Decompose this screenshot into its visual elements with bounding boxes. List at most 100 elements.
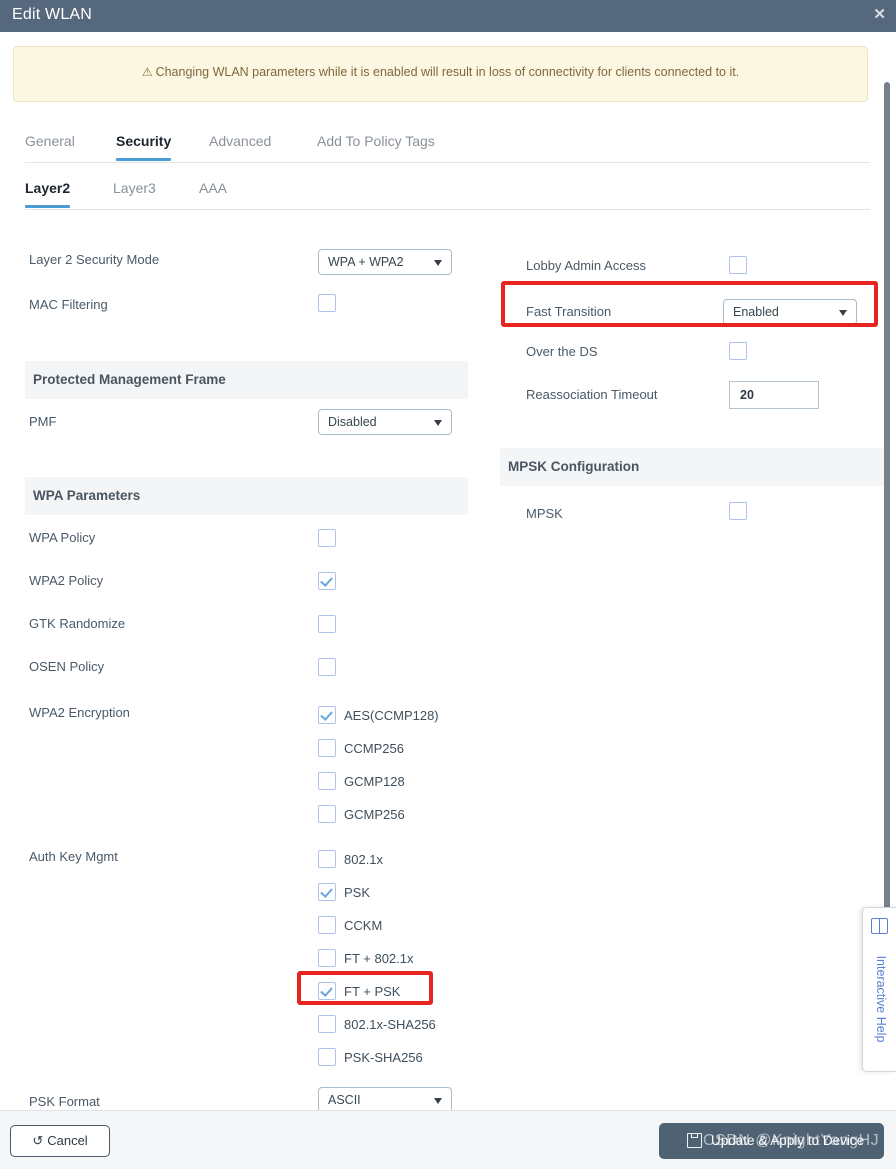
row-reassociation-timeout: Reassociation Timeout 20 [500, 381, 880, 411]
chevron-down-icon [434, 1098, 442, 1104]
label-ccmp256: CCMP256 [344, 741, 404, 756]
chevron-down-icon [434, 420, 442, 426]
row-gtk-randomize: GTK Randomize [25, 611, 465, 641]
dialog-title-bar: Edit WLAN ✕ [0, 0, 896, 32]
row-wpa2-policy: WPA2 Policy [25, 568, 465, 598]
row-auth-key-mgmt: Auth Key Mgmt 802.1x PSK CCKM FT + 802.1… [25, 841, 465, 1071]
checkbox-lobby-admin-access[interactable] [729, 256, 747, 274]
warning-text-row: ⚠ Changing WLAN parameters while it is en… [14, 65, 867, 79]
section-wpa-parameters: WPA Parameters [25, 477, 468, 515]
select-fast-transition[interactable]: Enabled [723, 299, 857, 325]
row-fast-transition: Fast Transition Enabled [500, 299, 880, 329]
checkbox-ccmp256[interactable] [318, 739, 336, 757]
select-pmf[interactable]: Disabled [318, 409, 452, 435]
checkbox-cckm[interactable] [318, 916, 336, 934]
undo-icon: ↺ [32, 1133, 44, 1148]
label-wpa-policy: WPA Policy [29, 530, 96, 545]
row-lobby-admin-access: Lobby Admin Access [500, 253, 880, 283]
label-mpsk: MPSK [526, 506, 563, 521]
checkbox-wpa2-policy[interactable] [318, 572, 336, 590]
label-mac-filtering: MAC Filtering [29, 297, 108, 312]
section-title-mpsk-configuration: MPSK Configuration [508, 459, 640, 474]
tab-general[interactable]: General [25, 126, 75, 160]
tab-security[interactable]: Security [116, 126, 172, 161]
section-protected-management-frame: Protected Management Frame [25, 361, 468, 399]
label-psk-format: PSK Format [29, 1094, 100, 1109]
update-and-apply-button[interactable]: Update & Apply to Device [659, 1123, 884, 1159]
tab-aaa[interactable]: AAA [199, 173, 227, 207]
row-osen-policy: OSEN Policy [25, 654, 465, 684]
input-reassociation-timeout[interactable]: 20 [729, 381, 819, 409]
interactive-help-tab[interactable]: Interactive Help [862, 907, 896, 1072]
checkbox-ft-psk[interactable] [318, 982, 336, 1000]
select-psk-format[interactable]: ASCII [318, 1087, 452, 1110]
warning-banner: ⚠ Changing WLAN parameters while it is en… [13, 46, 868, 102]
label-osen-policy: OSEN Policy [29, 659, 105, 674]
checkbox-gtk-randomize[interactable] [318, 615, 336, 633]
label-lobby-admin-access: Lobby Admin Access [526, 258, 646, 273]
row-mac-filtering: MAC Filtering [25, 292, 465, 322]
row-layer2-security-mode: Layer 2 Security Mode WPA + WPA2 [25, 247, 465, 277]
label-ft-psk: FT + PSK [344, 984, 401, 999]
input-reassociation-timeout-value: 20 [740, 388, 754, 402]
select-pmf-value: Disabled [328, 415, 377, 429]
row-psk-format: PSK Format ASCII [25, 1087, 465, 1110]
label-gtk-randomize: GTK Randomize [29, 616, 126, 631]
label-ft-8021x: FT + 802.1x [344, 951, 414, 966]
row-wpa2-encryption: WPA2 Encryption AES(CCMP128) CCMP256 GCM… [25, 697, 465, 827]
tab-add-to-policy-tags[interactable]: Add To Policy Tags [317, 126, 435, 160]
label-wpa2-encryption: WPA2 Encryption [29, 705, 130, 720]
label-wpa2-policy: WPA2 Policy [29, 573, 104, 588]
checkbox-gcmp128[interactable] [318, 772, 336, 790]
tab-layer2[interactable]: Layer2 [25, 173, 71, 208]
label-pmf: PMF [29, 414, 57, 429]
label-gcmp256: GCMP256 [344, 807, 405, 822]
dialog-body: ⚠ Changing WLAN parameters while it is en… [0, 32, 896, 1110]
chevron-down-icon [434, 260, 442, 266]
checkbox-psk[interactable] [318, 883, 336, 901]
select-psk-format-value: ASCII [328, 1093, 361, 1107]
checkbox-mac-filtering[interactable] [318, 294, 336, 312]
checkbox-gcmp256[interactable] [318, 805, 336, 823]
row-wpa-policy: WPA Policy [25, 525, 465, 555]
section-title-wpa-parameters: WPA Parameters [33, 488, 141, 503]
label-8021x-sha256: 802.1x-SHA256 [344, 1017, 436, 1032]
label-auth-key-mgmt: Auth Key Mgmt [29, 849, 118, 864]
checkbox-mpsk[interactable] [729, 502, 747, 520]
row-mpsk: MPSK [500, 501, 880, 531]
dialog-footer: ↺ Cancel Update & Apply to Device [0, 1110, 896, 1169]
label-over-the-ds: Over the DS [526, 344, 598, 359]
label-8021x: 802.1x [344, 852, 384, 867]
label-psk-sha256: PSK-SHA256 [344, 1050, 423, 1065]
select-layer2-security-mode-value: WPA + WPA2 [328, 255, 404, 269]
chevron-down-icon [839, 310, 847, 316]
checkbox-over-the-ds[interactable] [729, 342, 747, 360]
scrollbar-thumb[interactable] [884, 82, 890, 1042]
checkbox-psk-sha256[interactable] [318, 1048, 336, 1066]
select-layer2-security-mode[interactable]: WPA + WPA2 [318, 249, 452, 275]
checkbox-aes-ccmp128[interactable] [318, 706, 336, 724]
cancel-button[interactable]: ↺ Cancel [10, 1125, 110, 1157]
label-cckm: CCKM [344, 918, 383, 933]
checkbox-8021x-sha256[interactable] [318, 1015, 336, 1033]
dialog-title: Edit WLAN [12, 6, 93, 23]
checkbox-wpa-policy[interactable] [318, 529, 336, 547]
warning-icon: ⚠ [141, 65, 153, 79]
row-over-the-ds: Over the DS [500, 339, 880, 369]
section-mpsk-configuration: MPSK Configuration [500, 448, 888, 486]
warning-message: Changing WLAN parameters while it is ena… [155, 65, 740, 79]
update-button-label: Update & Apply to Device [711, 1133, 865, 1148]
tab-advanced[interactable]: Advanced [209, 126, 271, 160]
close-icon[interactable]: ✕ [873, 7, 886, 23]
checkbox-osen-policy[interactable] [318, 658, 336, 676]
checkbox-ft-8021x[interactable] [318, 949, 336, 967]
label-gcmp128: GCMP128 [344, 774, 405, 789]
row-pmf: PMF Disabled [25, 409, 465, 439]
form-area: Layer 2 Security Mode WPA + WPA2 MAC Fil… [0, 209, 896, 1110]
label-aes-ccmp128: AES(CCMP128) [344, 708, 439, 723]
label-fast-transition: Fast Transition [526, 304, 612, 319]
checkbox-8021x[interactable] [318, 850, 336, 868]
tab-layer3[interactable]: Layer3 [113, 173, 156, 207]
save-icon [687, 1133, 702, 1148]
sub-tab-bar: Layer2 Layer3 AAA [25, 173, 870, 210]
